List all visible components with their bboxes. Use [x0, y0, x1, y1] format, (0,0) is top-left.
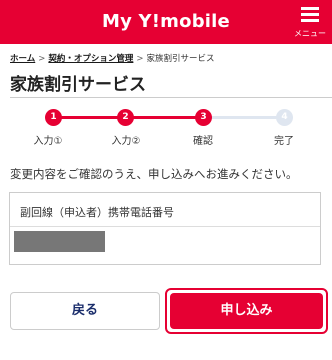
step-3-marker: 3 — [195, 109, 212, 126]
step-3-label: 確認 — [193, 136, 213, 147]
breadcrumb-separator: > — [136, 54, 144, 64]
breadcrumb: ホーム > 契約・オプション管理 > 家族割引サービス — [10, 52, 215, 64]
brand-logo[interactable]: My Y!mobile — [0, 11, 332, 32]
breadcrumb-contract-link[interactable]: 契約・オプション管理 — [48, 54, 133, 64]
step-4-marker: 4 — [276, 109, 293, 126]
step-4-label: 完了 — [274, 136, 294, 147]
redacted-phone-number — [14, 231, 105, 252]
phone-number-label: 副回線（申込者）携帯電話番号 — [20, 206, 174, 219]
breadcrumb-home-link[interactable]: ホーム — [10, 54, 35, 64]
menu-button[interactable]: メニュー — [292, 4, 328, 40]
apply-button[interactable]: 申し込み — [170, 293, 323, 329]
step-connector-3-4 — [204, 116, 284, 119]
phone-number-card: 副回線（申込者）携帯電話番号 — [9, 192, 321, 265]
breadcrumb-separator: > — [38, 54, 46, 64]
breadcrumb-current: 家族割引サービス — [146, 54, 215, 64]
step-connector-2-3 — [126, 116, 204, 119]
page-title: 家族割引サービス — [10, 75, 146, 95]
app-header: My Y!mobile メニュー — [0, 0, 332, 44]
step-2-label: 入力② — [111, 136, 141, 147]
hamburger-icon — [301, 7, 319, 23]
card-divider — [10, 226, 320, 227]
step-2-marker: 2 — [117, 109, 134, 126]
step-connector-1-2 — [54, 116, 126, 119]
progress-stepper: 1 2 3 4 入力① 入力② 確認 完了 — [0, 105, 332, 147]
confirm-notice: 変更内容をご確認のうえ、申し込みへお進みください。 — [10, 167, 298, 181]
menu-label: メニュー — [294, 29, 326, 38]
step-1-marker: 1 — [45, 109, 62, 126]
back-button[interactable]: 戻る — [10, 292, 160, 330]
step-1-label: 入力① — [33, 136, 63, 147]
title-divider — [10, 97, 332, 98]
